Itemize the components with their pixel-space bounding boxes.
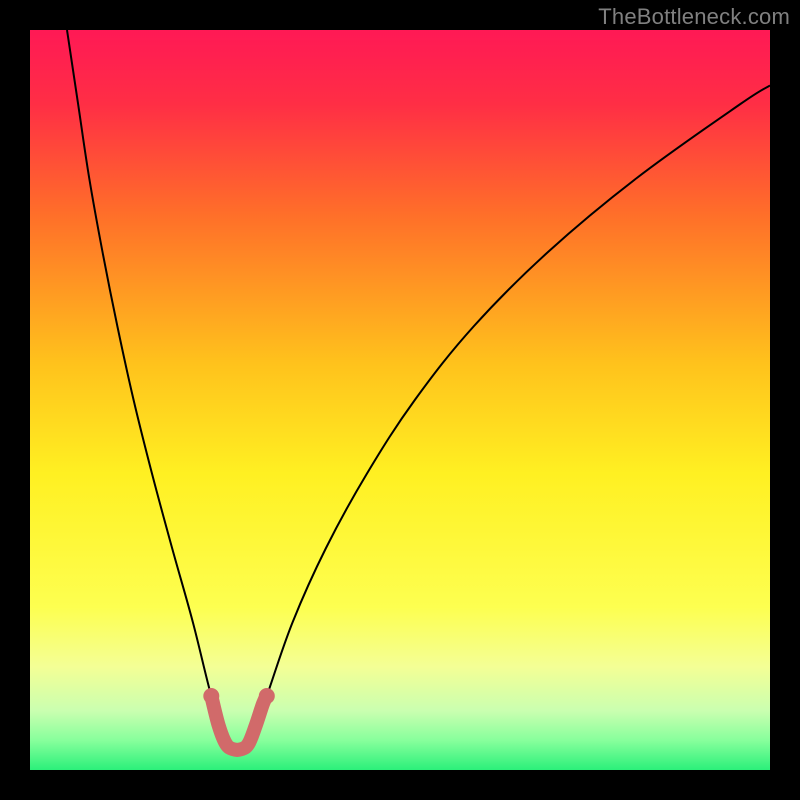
optimal-dot (203, 688, 219, 704)
chart-frame: TheBottleneck.com (0, 0, 800, 800)
optimal-dot (250, 720, 262, 732)
optimal-dot (213, 720, 225, 732)
watermark-text: TheBottleneck.com (598, 4, 790, 30)
gradient-background (30, 30, 770, 770)
plot-area (30, 30, 770, 770)
optimal-dot (242, 738, 254, 750)
optimal-dot (259, 688, 275, 704)
plot-svg (30, 30, 770, 770)
